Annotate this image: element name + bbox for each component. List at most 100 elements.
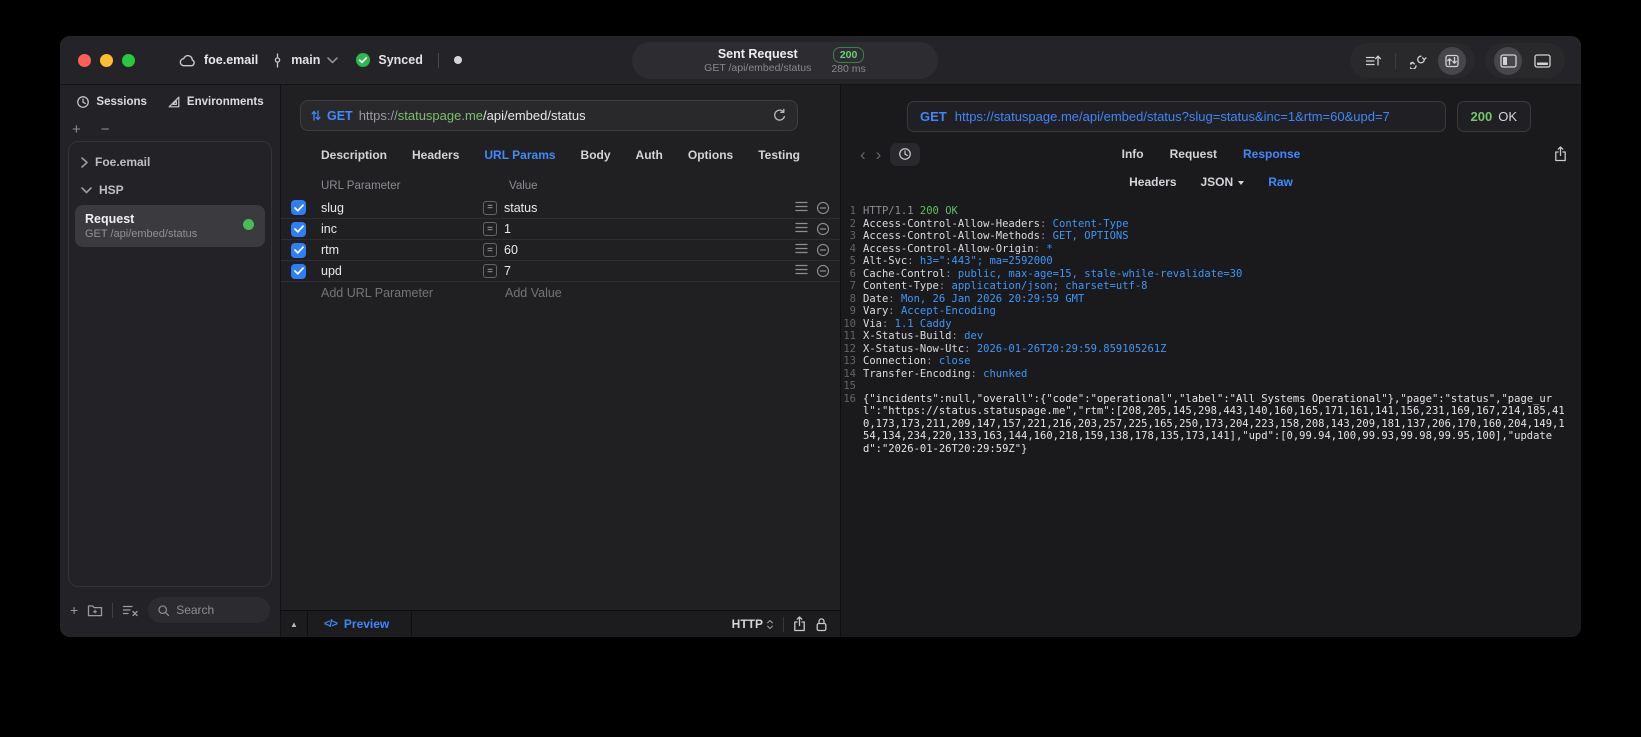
search-input[interactable]: Search (148, 597, 270, 623)
response-status-text: OK (1498, 109, 1517, 124)
line-content: {"incidents":null,"overall":{"code":"ope… (863, 392, 1565, 455)
param-value[interactable]: 60 (504, 243, 518, 257)
param-enabled-checkbox[interactable] (291, 242, 306, 258)
param-row[interactable]: inc = 1 (281, 218, 840, 239)
param-row[interactable]: upd = 7 (281, 260, 840, 281)
project-name[interactable]: foe.email (204, 53, 258, 67)
response-url-readout[interactable]: GET https://statuspage.me/api/embed/stat… (907, 101, 1446, 132)
reorder-handle-icon[interactable] (795, 243, 808, 257)
tree-group-hsp[interactable]: HSP (69, 176, 271, 204)
param-value[interactable]: status (504, 201, 537, 215)
response-tab-response[interactable]: Response (1243, 147, 1300, 161)
param-value[interactable]: 7 (504, 264, 511, 278)
prev-exchange-button[interactable]: ‹ (855, 146, 871, 163)
zoom-window-button[interactable] (122, 53, 135, 67)
add-param-row[interactable]: Add URL Parameter Add Value (281, 281, 840, 303)
resend-icon[interactable] (772, 108, 787, 123)
request-method-path: GET /api/embed/status (85, 228, 198, 240)
minimize-window-button[interactable] (100, 53, 113, 67)
protocol-selector[interactable]: HTTP (732, 617, 774, 631)
toggle-sidebar-icon[interactable] (1494, 46, 1522, 75)
response-subtab-headers[interactable]: Headers (1129, 175, 1176, 189)
response-subtab-raw[interactable]: Raw (1268, 175, 1293, 189)
param-value[interactable]: 1 (504, 222, 511, 236)
method-selector-icon[interactable] (311, 109, 321, 122)
param-enabled-checkbox[interactable] (291, 221, 306, 237)
export-response-icon[interactable] (1554, 146, 1567, 162)
request-tab-body[interactable]: Body (581, 148, 611, 162)
import-export-icon[interactable] (1438, 46, 1466, 75)
remove-item-button[interactable]: − (101, 122, 110, 137)
toggle-bottom-panel-icon[interactable] (1528, 47, 1556, 75)
history-button[interactable] (890, 142, 921, 166)
remove-param-icon[interactable] (816, 201, 830, 215)
param-enabled-checkbox[interactable] (291, 200, 306, 215)
preview-label: Preview (343, 617, 390, 631)
new-folder-icon[interactable] (87, 603, 103, 617)
branch-name[interactable]: main (291, 53, 320, 67)
compare-branches-icon[interactable] (1404, 47, 1432, 75)
new-request-button[interactable]: + (70, 603, 78, 617)
param-row[interactable]: slug = status (281, 197, 840, 218)
request-tab-headers[interactable]: Headers (412, 148, 459, 162)
preview-button[interactable]: </> Preview (308, 611, 413, 637)
line-number: 12 (843, 342, 856, 355)
response-tab-request[interactable]: Request (1170, 147, 1217, 161)
response-pane: GET https://statuspage.me/api/embed/stat… (841, 85, 1581, 637)
reorder-handle-icon[interactable] (795, 264, 808, 278)
response-subtab-json[interactable]: JSON (1201, 175, 1245, 189)
param-name[interactable]: slug (321, 201, 483, 215)
request-tab-description[interactable]: Description (321, 148, 387, 162)
sort-export-icon[interactable] (1359, 47, 1387, 75)
request-tab-options[interactable]: Options (688, 148, 733, 162)
reorder-handle-icon[interactable] (795, 222, 808, 236)
request-tab-url-params[interactable]: URL Params (484, 148, 555, 162)
request-tab-testing[interactable]: Testing (758, 148, 800, 162)
tab-sessions[interactable]: Sessions (76, 95, 147, 109)
line-content: X-Status-Build: dev (863, 330, 984, 342)
clear-filter-icon[interactable] (122, 603, 139, 617)
next-exchange-button[interactable]: › (871, 146, 887, 163)
tree-group-foe-email[interactable]: Foe.email (69, 148, 271, 176)
lock-icon[interactable] (815, 617, 828, 632)
expand-panel-button[interactable]: ▲ (281, 611, 308, 637)
request-tabs: Description Headers URL Params Body Auth Opti… (281, 140, 840, 170)
param-enabled-checkbox[interactable] (291, 263, 306, 279)
remove-param-icon[interactable] (816, 264, 830, 278)
add-value[interactable]: Add Value (483, 286, 782, 300)
close-window-button[interactable] (78, 53, 91, 67)
tree-item-request[interactable]: Request GET /api/embed/status (75, 205, 265, 247)
line-number: 2 (849, 217, 856, 230)
desktop: foe.email main Synced Sent Request GET /… (0, 0, 1641, 737)
remove-param-icon[interactable] (816, 222, 830, 236)
response-line: 5 Alt-Svc: h3=":443"; ma=2592000 (841, 255, 1569, 268)
response-status-code: 200 (1470, 109, 1493, 124)
chevron-down-icon[interactable] (327, 56, 339, 64)
equals-chip: = (483, 222, 497, 236)
param-name[interactable]: rtm (321, 243, 483, 257)
add-url-parameter[interactable]: Add URL Parameter (321, 286, 483, 300)
tab-environments[interactable]: Environments (167, 95, 264, 109)
status-code-badge: 200 (832, 47, 865, 63)
reorder-handle-icon[interactable] (795, 201, 808, 215)
line-content: HTTP/1.1 200 OK (863, 205, 958, 217)
activity-pill[interactable]: Sent Request GET /api/embed/status 200 2… (632, 42, 938, 79)
response-body[interactable]: 1 HTTP/1.1 200 OK 2 Access-Control-Allow-He… (841, 195, 1581, 637)
request-method[interactable]: GET (327, 109, 353, 123)
param-row[interactable]: rtm = 60 (281, 239, 840, 260)
param-name[interactable]: inc (321, 222, 483, 236)
line-number: 10 (843, 317, 856, 330)
remove-param-icon[interactable] (816, 243, 830, 257)
request-tab-auth[interactable]: Auth (636, 148, 663, 162)
line-content: Vary: Accept-Encoding (863, 305, 996, 317)
request-url-bar[interactable]: GET https://statuspage.me/api/embed/stat… (300, 100, 798, 131)
request-url[interactable]: https://statuspage.me/api/embed/status (359, 108, 766, 123)
param-name[interactable]: upd (321, 264, 483, 278)
add-item-button[interactable]: + (72, 122, 81, 137)
response-url: https://statuspage.me/api/embed/status?s… (954, 109, 1390, 124)
response-tab-info[interactable]: Info (1122, 147, 1144, 161)
history-clock-icon (76, 95, 90, 109)
protocol-label: HTTP (731, 617, 763, 631)
share-icon[interactable] (793, 616, 806, 632)
titlebar-divider (437, 52, 439, 68)
